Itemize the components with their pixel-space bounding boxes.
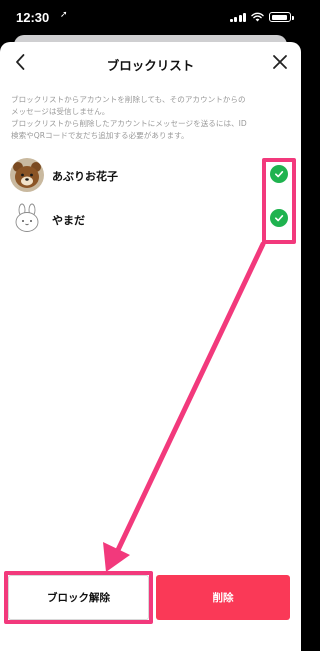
list-item[interactable]: あぶりお花子: [0, 158, 301, 200]
notice-line: ブロックリストから削除したアカウントにメッセージを送るには、ID: [11, 119, 247, 128]
close-icon[interactable]: [271, 53, 289, 71]
page-title: ブロックリスト: [106, 58, 195, 73]
rabbit-avatar-icon: [10, 202, 44, 236]
notice-line: メッセージは受信しません。: [11, 107, 110, 116]
notice-text: ブロックリストからアカウントを削除しても、そのアカウントからの メッセージは受信…: [11, 94, 293, 142]
signal-icon: [229, 12, 246, 22]
bear-avatar-icon: [10, 158, 44, 192]
annotation-highlight-checks: [262, 158, 296, 244]
annotation-highlight-unblock: [4, 571, 153, 624]
notice-line: ブロックリストからアカウントを削除しても、そのアカウントからの: [11, 95, 246, 104]
location-icon: ➚: [60, 10, 68, 20]
contact-name: あぶりお花子: [52, 170, 118, 183]
delete-button[interactable]: 削除: [156, 575, 290, 620]
wifi-icon: [251, 12, 264, 22]
notice-line: 検索やQRコードで友だち追加する必要があります。: [11, 131, 189, 140]
contact-name: やまだ: [52, 214, 85, 227]
list-item[interactable]: やまだ: [0, 202, 301, 244]
status-bar: 12:30 ➚: [0, 0, 301, 40]
status-icons: [229, 11, 294, 23]
status-time: 12:30: [16, 10, 50, 25]
block-list-sheet: ブロックリスト ブロックリストからアカウントを削除しても、そのアカウントからの …: [0, 42, 301, 651]
header: ブロックリスト: [0, 42, 301, 82]
battery-icon: [269, 12, 294, 22]
